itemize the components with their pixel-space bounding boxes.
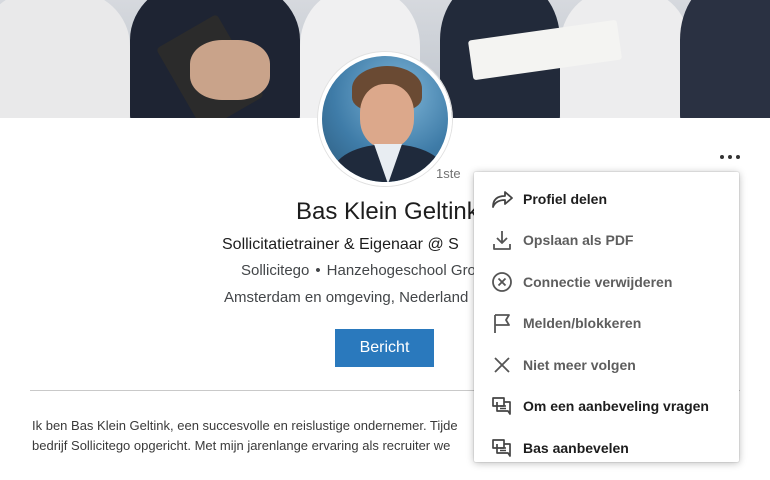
profile-organizations: Sollicitego • Hanzehogeschool Gro [241,262,476,279]
menu-item-label: Bas aanbevelen [523,439,629,456]
separator-dot: • [315,262,321,279]
menu-item-report-block[interactable]: Melden/blokkeren [474,303,739,345]
menu-item-label: Opslaan als PDF [523,232,634,249]
menu-item-remove-connection[interactable]: Connectie verwijderen [474,261,739,303]
menu-item-label: Om een aanbeveling vragen [523,398,709,415]
profile-avatar[interactable] [318,52,452,186]
more-options-icon[interactable] [716,150,744,164]
menu-item-label: Melden/blokkeren [523,315,642,332]
recommendation-icon [489,435,515,461]
current-company-link[interactable]: Sollicitego [241,262,309,279]
menu-item-save-pdf[interactable]: Opslaan als PDF [474,220,739,262]
menu-item-request-recommendation[interactable]: Om een aanbeveling vragen [474,386,739,428]
menu-item-recommend[interactable]: Bas aanbevelen [474,427,739,469]
flag-icon [489,310,515,336]
profile-location: Amsterdam en omgeving, Nederland [224,289,469,306]
menu-item-unfollow[interactable]: Niet meer volgen [474,344,739,386]
menu-item-label: Profiel delen [523,190,608,207]
more-options-menu: Profiel delen Opslaan als PDF Connectie … [474,172,739,462]
recommendation-icon [489,393,515,419]
share-icon [489,186,515,212]
menu-item-label: Niet meer volgen [523,356,636,373]
education-link[interactable]: Hanzehogeschool Gro [327,262,476,279]
message-button[interactable]: Bericht [335,329,434,367]
profile-summary: Ik ben Bas Klein Geltink, een succesvoll… [32,416,492,456]
remove-connection-icon [489,269,515,295]
profile-name: Bas Klein Geltink [296,198,479,225]
download-icon [489,227,515,253]
close-icon [489,352,515,378]
summary-line: bedrijf Sollicitego opgericht. Met mijn … [32,438,451,453]
summary-line: Ik ben Bas Klein Geltink, een succesvoll… [32,418,458,433]
connection-degree: 1ste [436,166,461,181]
menu-item-label: Connectie verwijderen [523,273,673,290]
profile-headline: Sollicitatietrainer & Eigenaar @ S [222,236,459,253]
menu-item-share-profile[interactable]: Profiel delen [474,178,739,220]
